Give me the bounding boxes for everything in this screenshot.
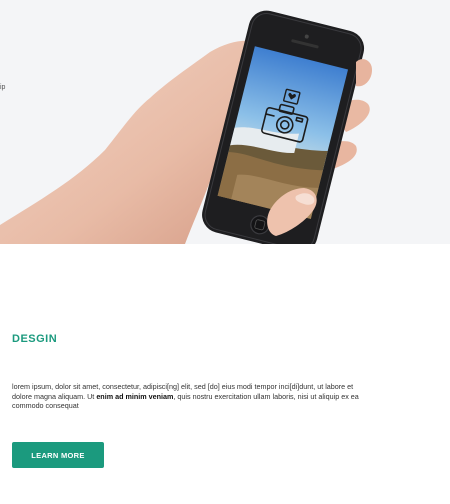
learn-more-button[interactable]: LEARN MORE <box>12 442 104 468</box>
body-text-emphasis: enim ad minim veniam <box>96 391 174 401</box>
section-body-text: lorem ipsum, dolor sit amet, consectetur… <box>12 382 364 411</box>
hand-holding-phone-image <box>0 10 372 244</box>
section-title: DESGIN <box>12 333 58 345</box>
hero-banner: ip <box>0 0 450 244</box>
